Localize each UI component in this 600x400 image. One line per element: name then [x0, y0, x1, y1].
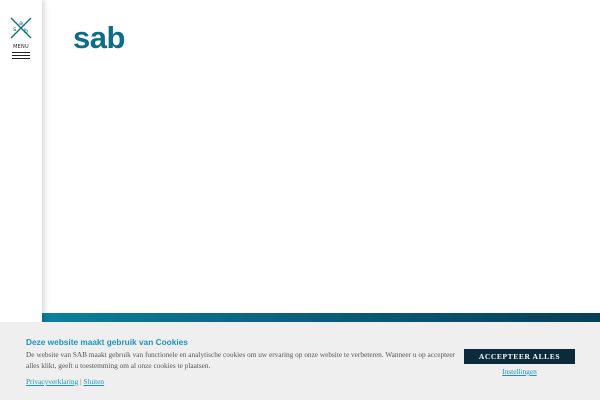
link-separator: |: [80, 377, 82, 386]
logo-letter-a: a: [19, 19, 23, 27]
logo-letter-b: b: [24, 27, 28, 35]
close-link[interactable]: Sluiten: [83, 377, 104, 386]
cookie-banner: Deze website maakt gebruik van Cookies D…: [0, 322, 600, 400]
brand-logo[interactable]: sab: [73, 20, 125, 56]
menu-label: MENU: [13, 44, 29, 50]
cookie-title: Deze website maakt gebruik van Cookies: [26, 337, 188, 347]
sab-logo-icon[interactable]: s a b: [8, 15, 34, 41]
accept-all-button[interactable]: ACCEPTEER ALLES: [464, 349, 575, 364]
hamburger-menu-icon[interactable]: [12, 52, 30, 61]
cookie-links: Privacyverklaring | Sluiten: [26, 377, 104, 386]
settings-link[interactable]: Instellingen: [464, 367, 575, 376]
privacy-link[interactable]: Privacyverklaring: [26, 377, 78, 386]
cookie-text: De website van SAB maakt gebruik van fun…: [26, 350, 456, 370]
